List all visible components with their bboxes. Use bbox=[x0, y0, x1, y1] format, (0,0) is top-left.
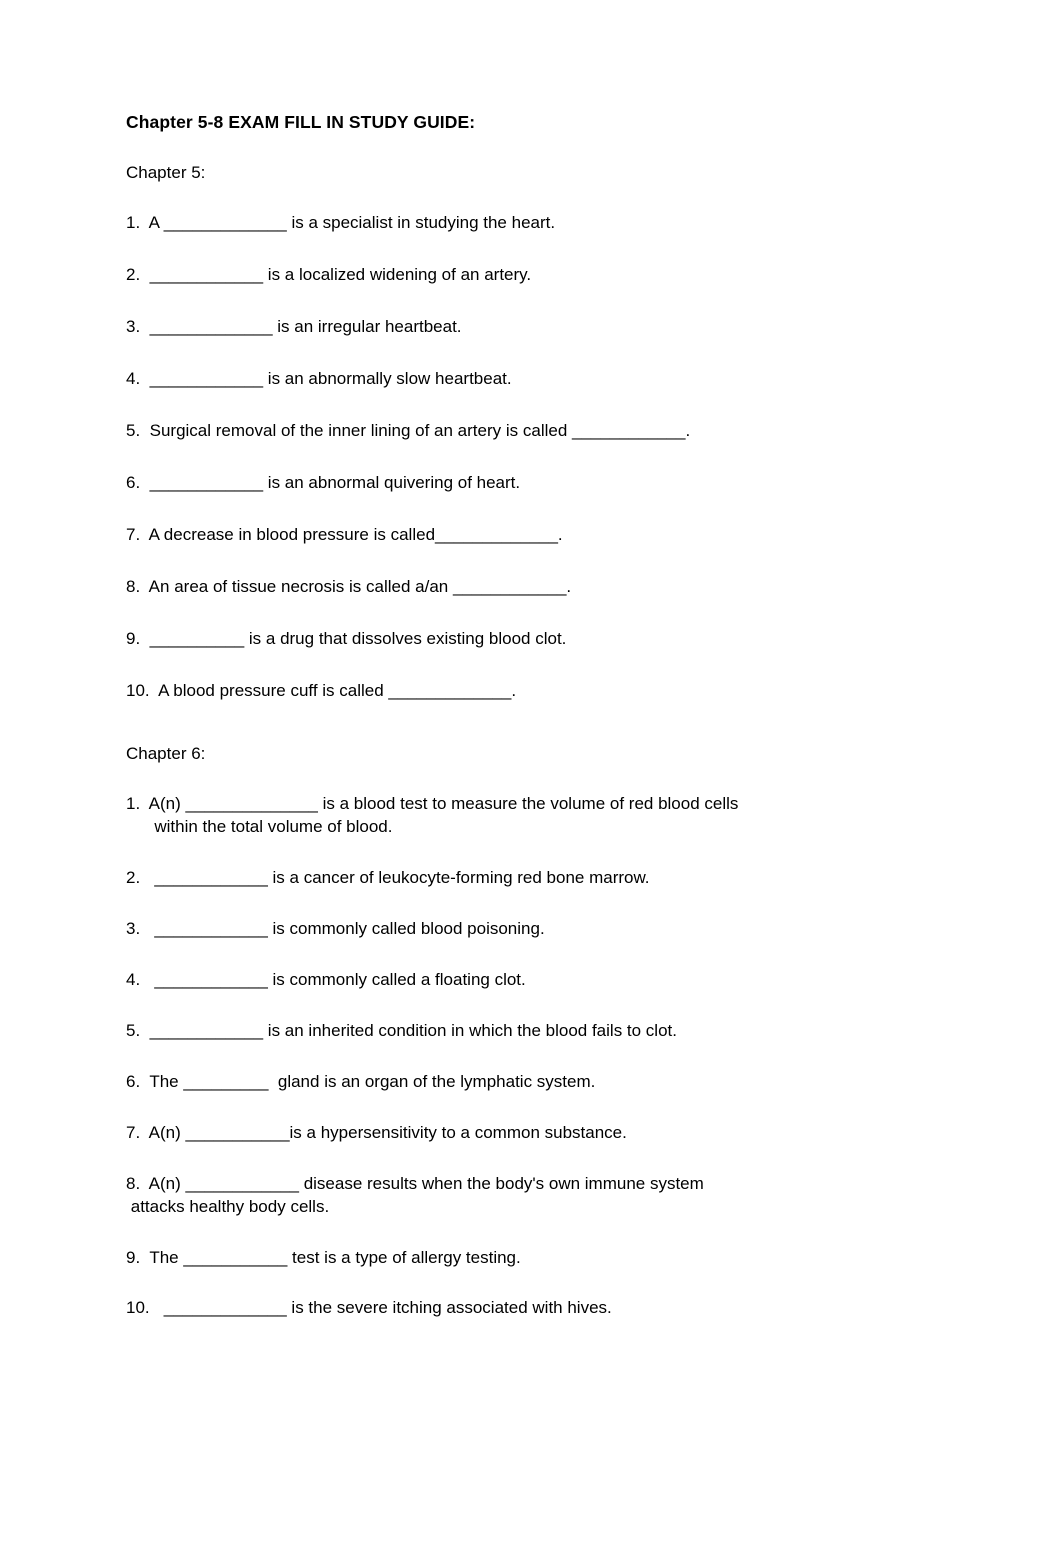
list-item: 4. ____________ is an abnormally slow he… bbox=[126, 369, 512, 389]
list-item: 1. A _____________ is a specialist in st… bbox=[126, 213, 556, 233]
list-item: 10. A blood pressure cuff is called ____… bbox=[126, 680, 517, 700]
list-item: 9. __________ is a drug that dissolves e… bbox=[126, 628, 567, 648]
list-item: 8. An area of tissue necrosis is called … bbox=[126, 576, 572, 596]
list-item: 10. _____________ is the severe itching … bbox=[126, 1298, 612, 1318]
list-item: 3. ____________ is commonly called blood… bbox=[126, 918, 545, 938]
chapter-6-question-list: 1. A(n) ______________ is a blood test t… bbox=[126, 793, 926, 1320]
list-item: 7. A(n) ___________is a hypersensitivity… bbox=[126, 1122, 627, 1142]
chapter-5-section: Chapter 5: 1. A _____________ is a speci… bbox=[126, 163, 926, 703]
list-item: 5. Surgical removal of the inner lining … bbox=[126, 421, 691, 441]
document-content: Chapter 5-8 EXAM FILL IN STUDY GUIDE: Ch… bbox=[126, 112, 926, 1348]
document-page: Chapter 5-8 EXAM FILL IN STUDY GUIDE: Ch… bbox=[0, 0, 1062, 1556]
list-item: 7. A decrease in blood pressure is calle… bbox=[126, 525, 563, 545]
list-item: 9. The ___________ test is a type of all… bbox=[126, 1247, 521, 1267]
chapter-5-question-list: 1. A _____________ is a specialist in st… bbox=[126, 212, 926, 702]
list-item: 8. A(n) ____________ disease results whe… bbox=[126, 1173, 704, 1216]
list-item: 6. The _________ gland is an organ of th… bbox=[126, 1071, 596, 1091]
chapter-5-heading: Chapter 5: bbox=[126, 163, 206, 182]
list-item: 2. ____________ is a localized widening … bbox=[126, 265, 532, 285]
list-item: 4. ____________ is commonly called a flo… bbox=[126, 969, 526, 989]
chapter-6-section: Chapter 6: 1. A(n) ______________ is a b… bbox=[126, 744, 926, 1321]
list-item: 2. ____________ is a cancer of leukocyte… bbox=[126, 868, 650, 888]
page-title: Chapter 5-8 EXAM FILL IN STUDY GUIDE: bbox=[126, 112, 476, 132]
list-item: 3. _____________ is an irregular heartbe… bbox=[126, 317, 462, 337]
list-item: 6. ____________ is an abnormal quivering… bbox=[126, 473, 521, 493]
list-item: 1. A(n) ______________ is a blood test t… bbox=[126, 794, 739, 837]
chapter-6-heading: Chapter 6: bbox=[126, 743, 206, 763]
list-item: 5. ____________ is an inherited conditio… bbox=[126, 1020, 677, 1040]
